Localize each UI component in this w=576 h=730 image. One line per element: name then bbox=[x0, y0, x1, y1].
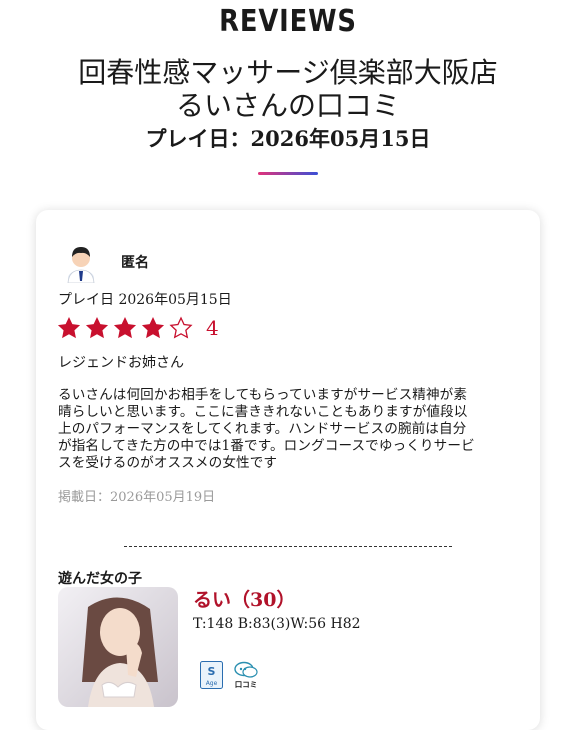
reviewer-avatar-icon bbox=[67, 247, 95, 283]
review-body-line: 上のパフォーマンスをしてくれます。ハンドサービスの腕前は自分 bbox=[58, 421, 467, 437]
review-body-line: が指名してきた方の中では1番です。ロングコースでゆっくりサービ bbox=[58, 438, 475, 454]
shop-title: 回春性感マッサージ倶楽部大阪店 るいさんの口コミ bbox=[0, 56, 576, 122]
review-play-date: プレイ日 2026年05月15日 bbox=[58, 289, 232, 309]
badge-s-sub: Age bbox=[206, 680, 218, 687]
posted-date: 掲載日：2026年05月19日 bbox=[58, 490, 216, 505]
review-body-line: るいさんは何回かお相手をしてもらっていますがサービス精神が素 bbox=[58, 387, 468, 403]
review-body-line: スを受けるのがオススメの女性です bbox=[58, 455, 278, 471]
review-title: レジェンドお姉さん bbox=[58, 355, 184, 371]
header-play-date: プレイ日：2026年05月15日 bbox=[145, 126, 431, 151]
accent-divider bbox=[258, 172, 318, 175]
review-body: るいさんは何回かお相手をしてもらっていますがサービス精神が素 晴らしいと思います… bbox=[58, 387, 518, 472]
star-filled-icon bbox=[113, 316, 137, 339]
star-filled-icon bbox=[85, 316, 109, 339]
review-subject: るいさんの口コミ bbox=[175, 89, 400, 122]
shop-name: 回春性感マッサージ倶楽部大阪店 bbox=[78, 56, 498, 89]
s-age-badge-icon[interactable]: S Age bbox=[200, 661, 223, 689]
page-brand-title: REVIEWS bbox=[219, 4, 357, 39]
review-bubble-icon[interactable]: 口コミ bbox=[232, 661, 260, 689]
girl-name[interactable]: るい（30） bbox=[193, 585, 295, 612]
girl-section-title: 遊んだ女の子 bbox=[58, 571, 142, 587]
reviewer-name: 匿名 bbox=[121, 255, 149, 271]
badge-s-text: S bbox=[208, 665, 216, 678]
dashed-separator bbox=[124, 546, 452, 547]
rating-stars: 4 bbox=[56, 315, 219, 341]
girl-photo[interactable] bbox=[58, 587, 178, 707]
rating-value: 4 bbox=[206, 316, 219, 340]
play-date-value: 2026年05月15日 bbox=[118, 292, 232, 308]
star-filled-icon bbox=[141, 316, 165, 339]
star-filled-icon bbox=[57, 316, 81, 339]
badge-review-text: 口コミ bbox=[235, 680, 258, 689]
review-body-line: 晴らしいと思います。ここに書ききれないこともありますが値段以 bbox=[58, 404, 468, 420]
play-date-label: プレイ日 bbox=[58, 292, 114, 308]
girl-stats: T:148 B:83(3)W:56 H82 bbox=[193, 616, 361, 632]
star-empty-icon bbox=[169, 316, 193, 339]
